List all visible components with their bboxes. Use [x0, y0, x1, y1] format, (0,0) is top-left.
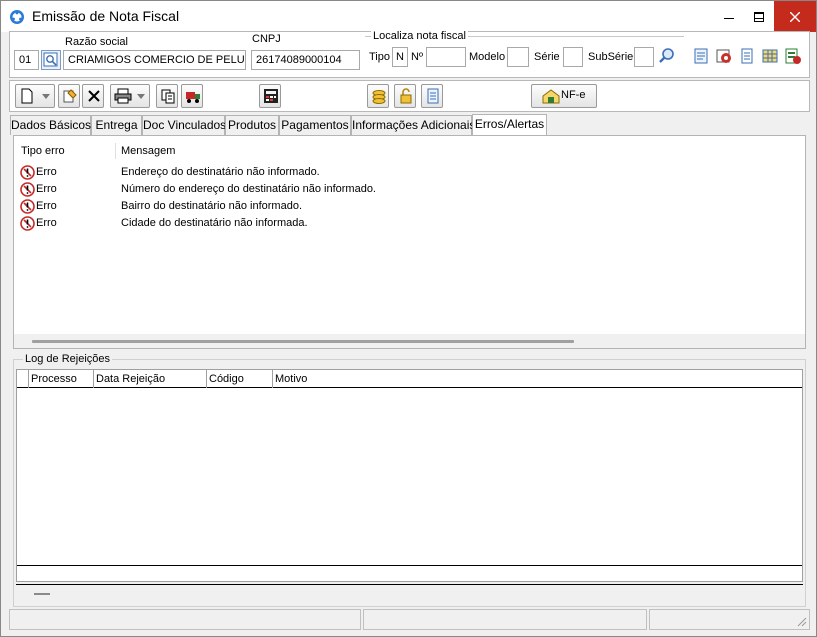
tab-entrega[interactable]: Entrega: [91, 115, 142, 135]
column-separator: [115, 143, 116, 159]
edit-button[interactable]: [58, 84, 80, 108]
grid-bottom-line: [16, 584, 803, 585]
numero-field[interactable]: [426, 47, 466, 67]
grid-scrollbar-thumb[interactable]: [34, 593, 50, 595]
document-button[interactable]: [421, 84, 443, 108]
grid-header: Processo Data Rejeição Código Motivo: [17, 370, 802, 388]
tab-doc-vinculados[interactable]: Doc Vinculados: [142, 115, 226, 135]
resize-grip-icon[interactable]: [795, 615, 807, 627]
column-tipo-erro[interactable]: Tipo erro: [21, 145, 65, 157]
spreadsheet-export-icon[interactable]: [783, 46, 803, 66]
error-message: Cidade do destinatário não informada.: [121, 217, 308, 229]
column-mensagem[interactable]: Mensagem: [121, 145, 175, 157]
cnpj-field[interactable]: 26174089000104: [251, 50, 360, 70]
main-window: Emissão de Nota Fiscal Razão social CNPJ…: [0, 0, 817, 637]
subserie-field[interactable]: [634, 47, 654, 67]
error-type: Erro: [36, 166, 57, 178]
notes-icon[interactable]: [691, 46, 711, 66]
row-indicator-header: [17, 370, 28, 388]
status-pane-3: [649, 609, 810, 630]
numero-label: Nº: [411, 51, 423, 63]
list-item[interactable]: Erro Cidade do destinatário não informad…: [20, 215, 520, 232]
modelo-field[interactable]: [507, 47, 529, 67]
error-icon: [20, 182, 35, 197]
coins-button[interactable]: [367, 84, 389, 108]
error-type: Erro: [36, 183, 57, 195]
table-icon[interactable]: [760, 46, 780, 66]
tab-erros-alertas[interactable]: Erros/Alertas: [472, 114, 547, 135]
transport-button[interactable]: [181, 84, 203, 108]
error-message: Número do endereço do destinatário não i…: [121, 183, 376, 195]
cnpj-label: CNPJ: [252, 33, 281, 45]
error-icon: [20, 216, 35, 231]
tab-produtos[interactable]: Produtos: [225, 115, 279, 135]
company-code-field[interactable]: 01: [14, 50, 39, 70]
header-panel: Razão social CNPJ 01 CRIAMIGOS COMERCIO …: [9, 30, 810, 78]
app-icon: [9, 9, 25, 25]
status-bar: [9, 609, 810, 630]
tab-informacoes-adicionais[interactable]: Informações Adicionais: [351, 115, 475, 135]
horizontal-scrollbar[interactable]: [14, 334, 805, 348]
tipo-label: Tipo: [369, 51, 390, 63]
delete-button[interactable]: [82, 84, 104, 108]
nfe-button[interactable]: NF-e: [531, 84, 597, 108]
stamp-icon[interactable]: [714, 46, 734, 66]
error-message: Endereço do destinatário não informado.: [121, 166, 320, 178]
status-pane-1: [9, 609, 361, 630]
rejections-title: Log de Rejeições: [23, 353, 113, 365]
column-motivo[interactable]: Motivo: [272, 370, 802, 388]
nfe-label: NF-e: [561, 89, 586, 101]
status-pane-2: [363, 609, 647, 630]
search-nota-button[interactable]: [657, 46, 677, 66]
new-button[interactable]: [15, 84, 55, 108]
serie-label: Série: [534, 51, 560, 63]
list-item[interactable]: Erro Bairro do destinatário não informad…: [20, 198, 520, 215]
unlock-button[interactable]: [394, 84, 416, 108]
serie-field[interactable]: [563, 47, 583, 67]
razao-social-field[interactable]: CRIAMIGOS COMERCIO DE PELUCIA: [63, 50, 246, 70]
rejections-grid[interactable]: Processo Data Rejeição Código Motivo: [16, 369, 803, 582]
toolbar: NF-e: [9, 80, 810, 112]
error-icon: [20, 165, 35, 180]
title-bar: Emissão de Nota Fiscal: [1, 1, 816, 32]
column-codigo[interactable]: Código: [206, 370, 272, 388]
subserie-label: SubSérie: [588, 51, 634, 63]
tipo-field[interactable]: N: [392, 47, 408, 67]
error-type: Erro: [36, 217, 57, 229]
error-icon: [20, 199, 35, 214]
document-icon[interactable]: [737, 46, 757, 66]
close-button[interactable]: [774, 1, 816, 32]
error-message: Bairro do destinatário não informado.: [121, 200, 302, 212]
list-item[interactable]: Erro Endereço do destinatário não inform…: [20, 164, 520, 181]
scrollbar-thumb[interactable]: [32, 340, 574, 343]
tab-strip: Dados Básicos Entrega Doc Vinculados Pro…: [9, 114, 810, 135]
razao-social-label: Razão social: [65, 36, 128, 48]
minimize-button-glyph[interactable]: [714, 1, 744, 32]
localiza-label: Localiza nota fiscal: [371, 30, 468, 42]
print-button[interactable]: [110, 84, 150, 108]
lookup-company-button[interactable]: [41, 50, 61, 70]
column-data-rejeicao[interactable]: Data Rejeição: [93, 370, 206, 388]
copy-button[interactable]: [156, 84, 178, 108]
error-type: Erro: [36, 200, 57, 212]
maximize-button[interactable]: [744, 1, 774, 32]
column-processo[interactable]: Processo: [28, 370, 93, 388]
list-item[interactable]: Erro Número do endereço do destinatário …: [20, 181, 520, 198]
calculator-button[interactable]: [259, 84, 281, 108]
window-title: Emissão de Nota Fiscal: [32, 8, 180, 24]
grid-footer-line: [17, 565, 802, 566]
modelo-label: Modelo: [469, 51, 506, 63]
tab-pagamentos[interactable]: Pagamentos: [279, 115, 351, 135]
tab-dados-basicos[interactable]: Dados Básicos: [10, 115, 91, 135]
errors-panel: Tipo erro Mensagem Erro Endereço do dest…: [13, 135, 806, 349]
